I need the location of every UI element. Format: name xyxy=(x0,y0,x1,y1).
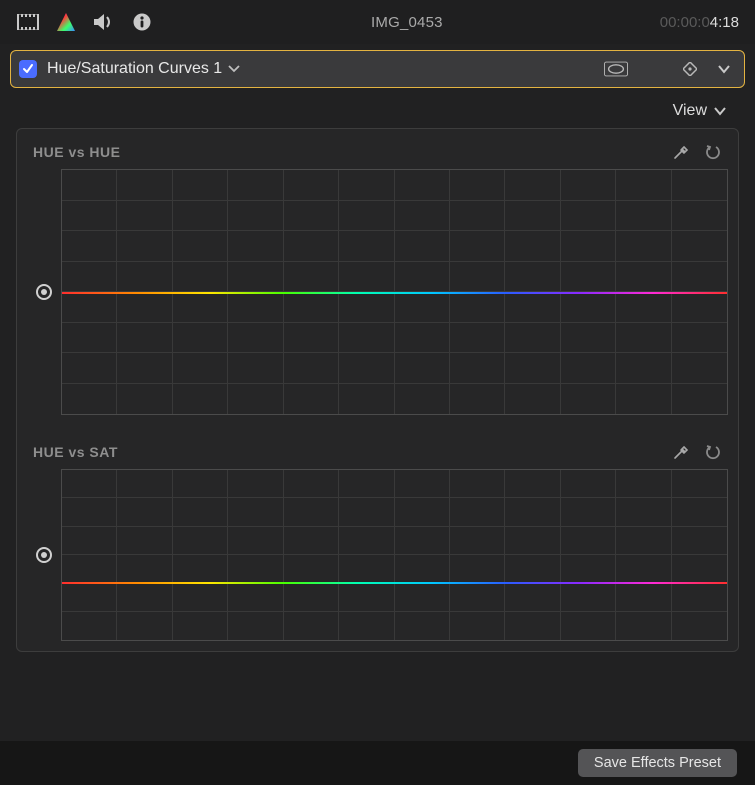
curve-grid[interactable] xyxy=(61,169,728,415)
curve-knob[interactable] xyxy=(36,547,52,563)
hue-spectrum-line xyxy=(62,582,727,584)
save-effects-preset-button[interactable]: Save Effects Preset xyxy=(578,749,737,777)
reset-icon[interactable] xyxy=(704,443,722,461)
reset-icon[interactable] xyxy=(704,143,722,161)
curve-knob-col xyxy=(27,547,61,563)
chevron-down-icon xyxy=(713,106,727,116)
footer-bar: Save Effects Preset xyxy=(0,741,755,785)
hue-spectrum-line xyxy=(62,292,727,294)
video-icon[interactable] xyxy=(16,12,40,32)
effect-name-label: Hue/Saturation Curves 1 xyxy=(47,60,222,78)
effect-menu-chevron[interactable] xyxy=(712,59,736,79)
timecode: 00:00:04:18 xyxy=(660,14,739,31)
panel-title: HUE vs HUE xyxy=(33,144,120,160)
timecode-value: 4:18 xyxy=(710,14,739,31)
panel-hue-vs-sat: HUE vs SAT xyxy=(27,443,728,641)
effect-enable-checkbox[interactable] xyxy=(19,60,37,78)
chevron-down-icon xyxy=(228,65,240,73)
panel-header: HUE vs HUE xyxy=(27,143,728,169)
inspector-tab-icons xyxy=(16,12,154,32)
curve-panels: HUE vs HUE HUE vs SAT xyxy=(16,128,739,652)
panel-title: HUE vs SAT xyxy=(33,444,118,460)
inspector-toolbar: IMG_0453 00:00:04:18 xyxy=(0,0,755,44)
curve-grid[interactable] xyxy=(61,469,728,641)
keyframe-icon[interactable] xyxy=(678,59,702,79)
effect-header-wrap: Hue/Saturation Curves 1 xyxy=(0,44,755,88)
effect-header: Hue/Saturation Curves 1 xyxy=(10,50,745,88)
color-icon[interactable] xyxy=(54,12,78,32)
panel-header: HUE vs SAT xyxy=(27,443,728,469)
mask-icon[interactable] xyxy=(604,59,628,79)
clip-name: IMG_0453 xyxy=(154,14,660,31)
curve-knob[interactable] xyxy=(36,284,52,300)
eyedropper-icon[interactable] xyxy=(672,143,690,161)
timecode-prefix: 00:00:0 xyxy=(660,14,710,31)
panel-hue-vs-hue: HUE vs HUE xyxy=(27,143,728,415)
curve-area xyxy=(27,169,728,415)
info-icon[interactable] xyxy=(130,12,154,32)
curve-area xyxy=(27,469,728,641)
curve-knob-col xyxy=(27,284,61,300)
effect-name-dropdown[interactable]: Hue/Saturation Curves 1 xyxy=(47,60,240,78)
audio-icon[interactable] xyxy=(92,12,116,32)
view-menu[interactable]: View xyxy=(0,88,755,128)
eyedropper-icon[interactable] xyxy=(672,443,690,461)
view-menu-label: View xyxy=(673,102,707,120)
